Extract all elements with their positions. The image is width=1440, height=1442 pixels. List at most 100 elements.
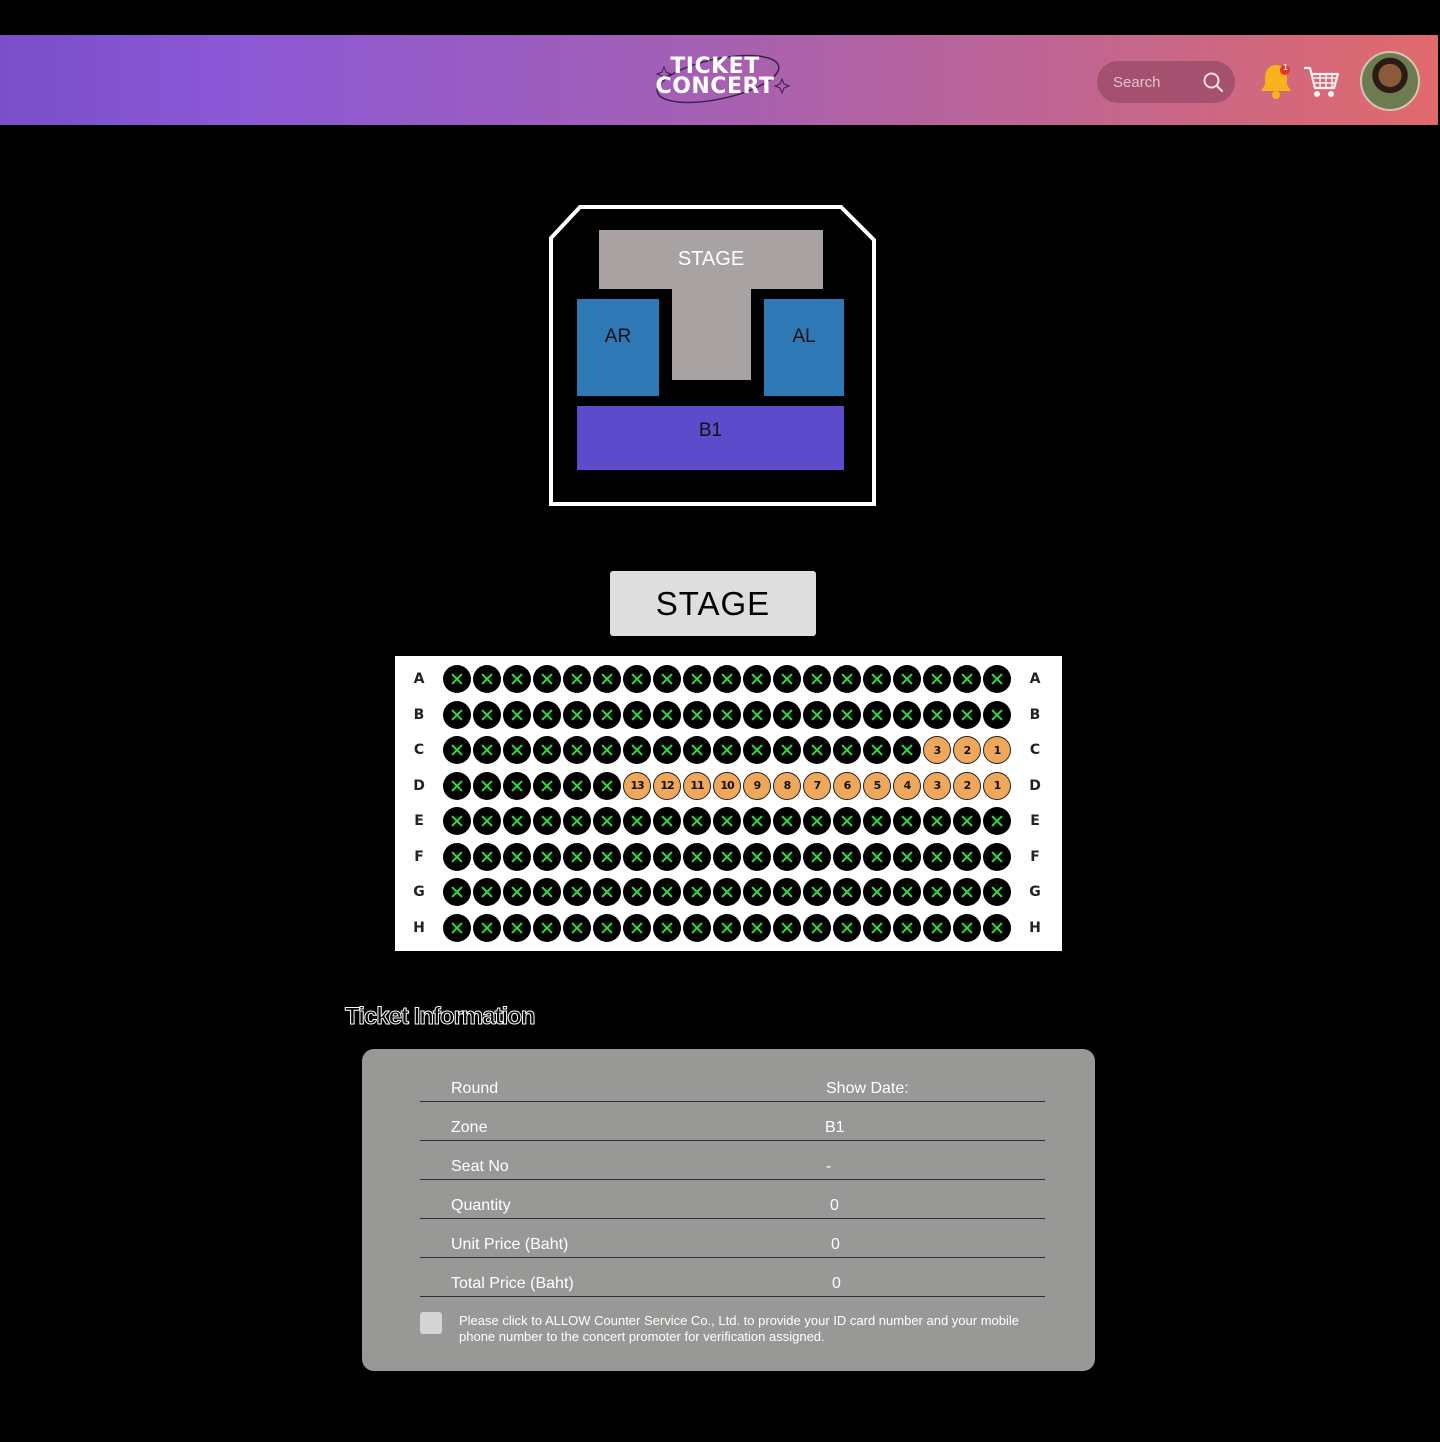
seat-unavailable bbox=[653, 878, 681, 906]
seat-available[interactable]: 3 bbox=[923, 771, 951, 800]
seat-unavailable bbox=[713, 842, 741, 871]
quantity-label: Quantity bbox=[451, 1197, 511, 1214]
zone-al[interactable]: AL bbox=[764, 299, 844, 396]
seat-row-g: GG bbox=[395, 878, 1062, 908]
zone-ar-label: AR bbox=[604, 326, 632, 347]
seat-available[interactable]: 6 bbox=[833, 771, 861, 800]
seat-unavailable bbox=[473, 878, 501, 906]
seat-unavailable bbox=[983, 700, 1011, 729]
seat-unavailable bbox=[803, 842, 831, 871]
seat-unavailable bbox=[683, 736, 711, 764]
stage-button[interactable]: STAGE bbox=[610, 571, 816, 636]
seat-unavailable bbox=[953, 842, 981, 871]
seat-unavailable bbox=[713, 878, 741, 906]
venue-map: STAGE AR AL B1 bbox=[545, 204, 877, 507]
seat-unavailable bbox=[653, 807, 681, 835]
seat-unavailable bbox=[653, 736, 681, 764]
ticket-info-row-round: Round Show Date: bbox=[420, 1063, 1045, 1102]
seat-unavailable bbox=[773, 842, 801, 871]
seat-unavailable bbox=[623, 736, 651, 764]
zone-ar[interactable]: AR bbox=[577, 299, 659, 396]
seat-available[interactable]: 2 bbox=[953, 736, 981, 764]
seat-unavailable bbox=[863, 842, 891, 871]
seat-unavailable bbox=[833, 736, 861, 764]
unit-price-value: 0 bbox=[831, 1236, 840, 1253]
seat-unavailable bbox=[983, 665, 1011, 693]
seat-unavailable bbox=[533, 771, 561, 800]
seat-unavailable bbox=[533, 913, 561, 942]
seat-unavailable bbox=[743, 878, 771, 906]
seat-unavailable bbox=[443, 842, 471, 871]
seat-unavailable bbox=[473, 807, 501, 835]
search-icon[interactable] bbox=[1202, 71, 1224, 93]
seat-unavailable bbox=[953, 665, 981, 693]
seat-unavailable bbox=[863, 913, 891, 942]
ticket-info-row-quantity: Quantity 0 bbox=[420, 1180, 1045, 1219]
site-logo[interactable]: TICKET CONCERT bbox=[650, 49, 790, 111]
seat-available[interactable]: 2 bbox=[953, 771, 981, 800]
seat-unavailable bbox=[743, 736, 771, 764]
cart-icon[interactable] bbox=[1302, 63, 1340, 101]
total-price-value: 0 bbox=[832, 1275, 841, 1292]
seat-unavailable bbox=[593, 771, 621, 800]
seat-unavailable bbox=[833, 842, 861, 871]
seat-unavailable bbox=[533, 878, 561, 906]
seat-available[interactable]: 8 bbox=[773, 771, 801, 800]
seat-unavailable bbox=[983, 913, 1011, 942]
search-input[interactable] bbox=[1113, 72, 1199, 92]
seat-unavailable bbox=[953, 878, 981, 906]
seat-available[interactable]: 4 bbox=[893, 771, 921, 800]
seat-unavailable bbox=[833, 878, 861, 906]
row-label-left: F bbox=[414, 848, 424, 865]
seat-unavailable bbox=[503, 878, 531, 906]
user-avatar[interactable] bbox=[1360, 51, 1420, 111]
seat-unavailable bbox=[653, 842, 681, 871]
seat-available[interactable]: 1 bbox=[983, 736, 1011, 764]
row-label-left: E bbox=[414, 813, 424, 829]
seat-unavailable bbox=[473, 700, 501, 729]
ticket-info-title: Ticket Information bbox=[345, 1003, 537, 1031]
seat-unavailable bbox=[773, 878, 801, 906]
seat-available[interactable]: 13 bbox=[623, 771, 651, 800]
zone-stage: STAGE bbox=[599, 230, 823, 289]
round-value: Show Date: bbox=[826, 1080, 909, 1097]
seat-available[interactable]: 12 bbox=[653, 771, 681, 800]
seat-unavailable bbox=[443, 878, 471, 906]
bell-icon[interactable]: 1 bbox=[1257, 61, 1295, 101]
seat-unavailable bbox=[443, 736, 471, 764]
seat-unavailable bbox=[743, 913, 771, 942]
seat-unavailable bbox=[803, 913, 831, 942]
seat-unavailable bbox=[713, 736, 741, 764]
zone-stage-label: STAGE bbox=[677, 248, 745, 270]
seat-available[interactable]: 10 bbox=[713, 771, 741, 800]
row-label-right: A bbox=[1029, 671, 1041, 687]
zone-b1-label: B1 bbox=[698, 420, 723, 441]
seat-unavailable bbox=[863, 665, 891, 693]
seat-available[interactable]: 5 bbox=[863, 771, 891, 800]
seat-unavailable bbox=[803, 736, 831, 764]
seat-unavailable bbox=[893, 665, 921, 693]
search-box[interactable] bbox=[1097, 61, 1235, 103]
seat-unavailable bbox=[773, 807, 801, 835]
row-label-right: G bbox=[1029, 884, 1041, 900]
zone-b1[interactable]: B1 bbox=[577, 406, 844, 470]
logo-line-2: CONCERT bbox=[655, 74, 775, 99]
seat-unavailable bbox=[593, 842, 621, 871]
seat-available[interactable]: 1 bbox=[983, 771, 1011, 800]
ticket-info-row-total-price: Total Price (Baht) 0 bbox=[420, 1258, 1045, 1297]
seat-unavailable bbox=[863, 807, 891, 835]
seat-available[interactable]: 7 bbox=[803, 771, 831, 800]
seat-unavailable bbox=[473, 842, 501, 871]
seat-unavailable bbox=[503, 700, 531, 729]
consent-checkbox[interactable] bbox=[420, 1312, 442, 1334]
seat-available[interactable]: 9 bbox=[743, 771, 771, 800]
seat-available[interactable]: 3 bbox=[923, 736, 951, 764]
seat-unavailable bbox=[593, 700, 621, 729]
seat-unavailable bbox=[563, 700, 591, 729]
seat-available[interactable]: 11 bbox=[683, 771, 711, 800]
quantity-value: 0 bbox=[830, 1197, 839, 1214]
seat-unavailable bbox=[953, 700, 981, 729]
seat-unavailable bbox=[503, 913, 531, 942]
seat-row-c: C 321 C bbox=[395, 736, 1062, 766]
seat-unavailable bbox=[983, 807, 1011, 835]
